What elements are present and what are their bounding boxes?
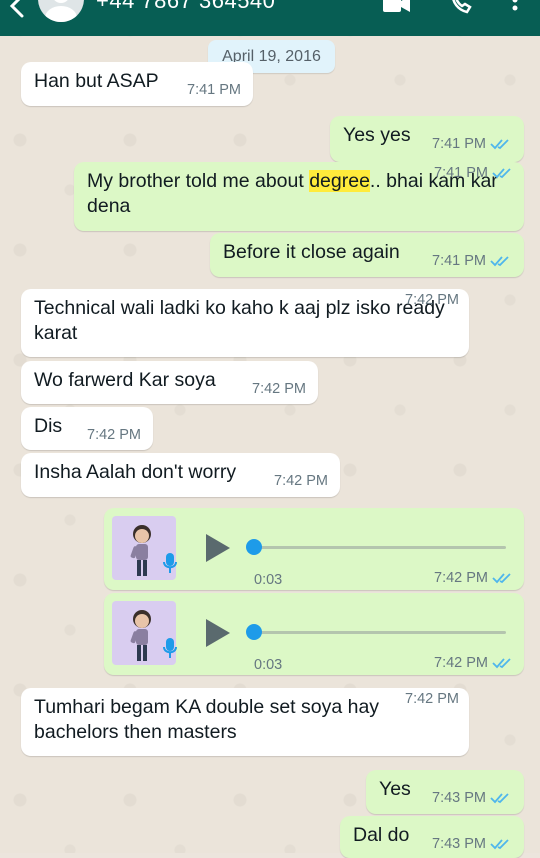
message-text: Wo farwerd Kar soya [34, 369, 216, 391]
play-icon[interactable] [204, 533, 232, 563]
chat-header: +44 7867 364540 [0, 0, 540, 36]
search-highlight: degree [309, 170, 370, 192]
message-time: 7:42 PM [405, 691, 459, 707]
message-meta: 7:42 PM [434, 651, 514, 676]
message-text: Insha Aalah don't worry [34, 461, 237, 483]
message-incoming[interactable]: Wo farwerd Kar soya 7:42 PM [21, 361, 318, 404]
message-meta: 7:43 PM [432, 835, 512, 853]
message-time: 7:42 PM [252, 381, 306, 397]
voice-call-icon[interactable] [448, 0, 474, 22]
message-time: 7:42 PM [405, 292, 459, 308]
message-meta: 7:43 PM [432, 789, 512, 807]
voice-message[interactable]: 0:03 7:42 PM [104, 508, 524, 590]
message-text: Han but ASAP [34, 70, 159, 92]
contact-avatar[interactable] [38, 0, 84, 22]
message-list[interactable]: April 19, 2016 Han but ASAP 7:41 PM Yes … [0, 36, 540, 858]
voice-message[interactable]: 0:03 7:42 PM [104, 593, 524, 675]
message-time: 7:42 PM [274, 473, 328, 489]
message-outgoing[interactable]: My brother told me about degree.. bhai k… [74, 162, 524, 231]
message-time: 7:42 PM [87, 427, 141, 443]
message-outgoing[interactable]: Dal do 7:43 PM [340, 816, 524, 858]
message-time: 7:41 PM [434, 165, 488, 181]
microphone-icon [163, 638, 177, 658]
message-time: 7:43 PM [432, 836, 486, 852]
message-time: 7:41 PM [432, 253, 486, 269]
back-arrow-icon[interactable] [4, 0, 28, 26]
voice-duration: 0:03 [254, 572, 283, 588]
message-incoming[interactable]: Han but ASAP 7:41 PM [21, 62, 253, 106]
menu-dots-icon[interactable] [508, 0, 522, 22]
message-meta: 7:41 PM [434, 164, 514, 225]
message-meta: 7:42 PM [434, 566, 514, 591]
audio-progress-knob[interactable] [246, 539, 262, 555]
read-ticks-icon [492, 658, 511, 669]
video-call-icon[interactable] [382, 0, 412, 22]
read-ticks-icon [490, 839, 509, 850]
message-incoming[interactable]: Dis 7:42 PM [21, 407, 153, 450]
message-text: Dal do [353, 824, 410, 846]
message-outgoing[interactable]: Yes 7:43 PM [366, 770, 524, 814]
message-meta: 7:41 PM [432, 135, 512, 153]
message-text: Technical wali ladki ko kaho k aaj plz i… [34, 297, 451, 344]
message-incoming[interactable]: Tumhari begam KA double set soya hay bac… [21, 688, 469, 756]
message-meta: 7:41 PM [432, 252, 512, 270]
text-part: My brother told me about [87, 170, 310, 192]
read-ticks-icon [490, 256, 509, 267]
play-icon[interactable] [204, 618, 232, 648]
contact-name[interactable]: +44 7867 364540 [96, 0, 275, 14]
message-incoming[interactable]: Insha Aalah don't worry 7:42 PM [21, 453, 340, 497]
message-time: 7:42 PM [434, 570, 488, 586]
message-text: Tumhari begam KA double set soya hay bac… [34, 696, 385, 743]
read-ticks-icon [490, 793, 509, 804]
audio-progress-knob[interactable] [246, 624, 262, 640]
read-ticks-icon [490, 139, 509, 150]
message-outgoing[interactable]: Before it close again 7:41 PM [210, 233, 524, 277]
message-incoming[interactable]: Technical wali ladki ko kaho k aaj plz i… [21, 289, 469, 357]
message-outgoing[interactable]: Yes yes 7:41 PM [330, 116, 524, 162]
microphone-icon [163, 553, 177, 573]
message-text: Yes [379, 778, 411, 800]
message-time: 7:42 PM [434, 655, 488, 671]
read-ticks-icon [492, 168, 511, 179]
message-text: Dis [34, 415, 63, 437]
voice-duration: 0:03 [254, 657, 283, 673]
read-ticks-icon [492, 573, 511, 584]
message-text: Yes yes [343, 124, 411, 146]
message-text: Before it close again [223, 241, 400, 263]
message-time: 7:43 PM [432, 790, 486, 806]
message-time: 7:41 PM [432, 136, 486, 152]
audio-progress-track[interactable] [250, 546, 506, 549]
audio-progress-track[interactable] [250, 631, 506, 634]
message-time: 7:41 PM [187, 82, 241, 98]
